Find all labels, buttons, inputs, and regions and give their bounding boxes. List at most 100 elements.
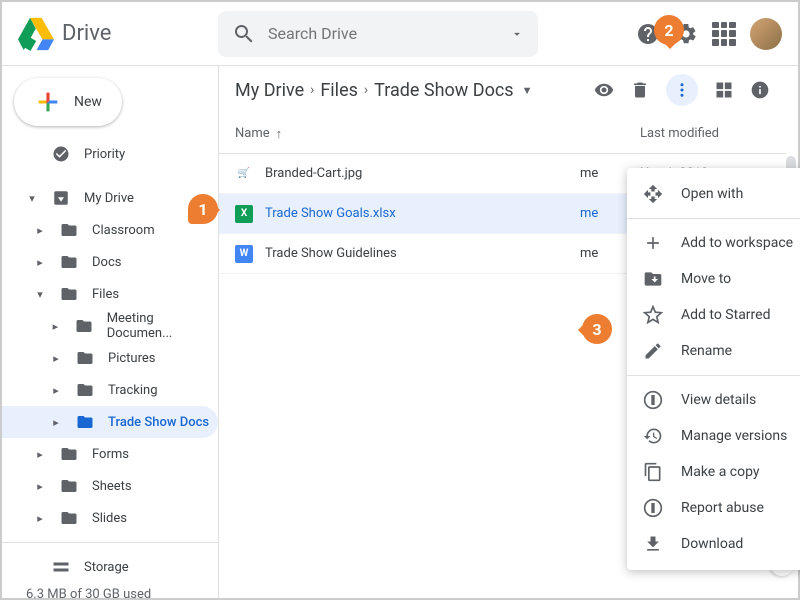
sort-asc-icon[interactable]: ↑: [276, 126, 283, 142]
folder-icon: [60, 445, 78, 463]
file-type-icon: 🛒: [235, 165, 253, 183]
file-name: Branded-Cart.jpg: [265, 166, 362, 181]
folder-icon: [75, 317, 93, 335]
plus-icon: [643, 233, 663, 253]
breadcrumb-dropdown-icon[interactable]: ▼: [522, 84, 533, 97]
sidebar-priority[interactable]: Priority: [2, 138, 218, 170]
sidebar-folder-forms[interactable]: ▸Forms: [2, 438, 218, 470]
search-dropdown-icon[interactable]: [510, 27, 524, 41]
ctx-make-copy[interactable]: Make a copy: [627, 454, 800, 490]
ctx-report-abuse[interactable]: Report abuse: [627, 490, 800, 526]
move-icon: [643, 269, 663, 289]
folder-icon: [60, 477, 78, 495]
brand-name: Drive: [62, 21, 111, 46]
expand-icon[interactable]: ▸: [34, 512, 46, 525]
folder-icon: [76, 381, 94, 399]
expand-icon[interactable]: ▸: [34, 224, 46, 237]
file-name: Trade Show Goals.xlsx: [265, 206, 396, 221]
folder-icon: [76, 413, 94, 431]
storage-icon: [52, 558, 70, 576]
context-menu: Open with› Add to workspace› Move to Add…: [627, 168, 800, 570]
expand-icon[interactable]: ▸: [34, 480, 46, 493]
ctx-manage-versions[interactable]: Manage versions: [627, 418, 800, 454]
annotation-2: 2: [654, 15, 684, 45]
preview-icon[interactable]: [594, 80, 614, 100]
ctx-add-workspace[interactable]: Add to workspace›: [627, 225, 800, 261]
ctx-move-to[interactable]: Move to: [627, 261, 800, 297]
content-area: My Drive › Files › Trade Show Docs ▼ Nam…: [218, 66, 798, 598]
info-icon: [643, 390, 663, 410]
ctx-add-starred[interactable]: Add to Starred: [627, 297, 800, 333]
sidebar-my-drive[interactable]: ▾ My Drive: [2, 182, 218, 214]
chevron-right-icon: ›: [310, 82, 314, 98]
download-icon: [643, 534, 663, 554]
trash-icon[interactable]: [630, 80, 650, 100]
chevron-right-icon: ›: [364, 82, 368, 98]
new-button-label: New: [74, 94, 102, 110]
sidebar-folder-pictures[interactable]: ▸Pictures: [2, 342, 218, 374]
folder-icon: [60, 509, 78, 527]
breadcrumb-trade-show[interactable]: Trade Show Docs: [374, 80, 513, 101]
sidebar-folder-files[interactable]: ▾Files: [2, 278, 218, 310]
file-type-icon: W: [235, 245, 253, 263]
search-icon: [232, 22, 256, 46]
expand-icon[interactable]: ▸: [34, 448, 46, 461]
priority-icon: [52, 145, 70, 163]
ctx-open-with[interactable]: Open with›: [627, 176, 800, 212]
expand-icon[interactable]: ▸: [50, 416, 62, 429]
expand-icon[interactable]: ▸: [34, 256, 46, 269]
ctx-view-details[interactable]: View details: [627, 382, 800, 418]
plus-icon: [34, 88, 62, 116]
new-button[interactable]: New: [14, 78, 122, 126]
folder-icon: [60, 285, 78, 303]
drive-logo-icon: [18, 16, 54, 52]
sidebar-folder-classroom[interactable]: ▸Classroom: [2, 214, 218, 246]
expand-icon[interactable]: ▸: [50, 352, 62, 365]
table-header: Name ↑ Last modified: [219, 114, 786, 154]
column-name-header[interactable]: Name: [235, 126, 270, 141]
breadcrumb-my-drive[interactable]: My Drive: [235, 80, 304, 101]
pencil-icon: [643, 341, 663, 361]
sidebar-folder-docs[interactable]: ▸Docs: [2, 246, 218, 278]
expand-icon[interactable]: ▸: [50, 384, 62, 397]
sidebar-storage[interactable]: Storage: [2, 551, 218, 583]
history-icon: [643, 426, 663, 446]
annotation-1: 1: [188, 194, 218, 224]
expand-icon[interactable]: ▸: [50, 320, 61, 333]
sidebar-folder-trade-show[interactable]: ▸Trade Show Docs: [2, 406, 218, 438]
folder-icon: [60, 221, 78, 239]
avatar[interactable]: [750, 18, 782, 50]
folder-icon: [76, 349, 94, 367]
annotation-3: 3: [582, 314, 612, 344]
search-input[interactable]: [268, 24, 498, 43]
folder-icon: [60, 253, 78, 271]
toolbar: My Drive › Files › Trade Show Docs ▼: [219, 66, 786, 114]
main: New Priority ▾ My Drive ▸Classroom ▸Docs…: [2, 66, 798, 598]
breadcrumb-files[interactable]: Files: [320, 80, 358, 101]
apps-icon[interactable]: [712, 22, 736, 46]
open-with-icon: [643, 184, 663, 204]
grid-view-icon[interactable]: [714, 80, 734, 100]
sidebar-folder-slides[interactable]: ▸Slides: [2, 502, 218, 534]
more-actions-button[interactable]: [666, 74, 698, 106]
sidebar-folder-sheets[interactable]: ▸Sheets: [2, 470, 218, 502]
info-icon[interactable]: [750, 80, 770, 100]
ctx-rename[interactable]: Rename: [627, 333, 800, 369]
copy-icon: [643, 462, 663, 482]
storage-usage: 6.3 MB of 30 GB used: [2, 583, 218, 598]
drive-icon: [52, 189, 70, 207]
collapse-icon[interactable]: ▾: [34, 288, 46, 301]
file-type-icon: X: [235, 205, 253, 223]
star-icon: [643, 305, 663, 325]
sidebar-folder-meeting-docs[interactable]: ▸Meeting Documen...: [2, 310, 218, 342]
ctx-download[interactable]: Download: [627, 526, 800, 562]
column-modified-header[interactable]: Last modified: [640, 126, 770, 141]
sidebar-folder-tracking[interactable]: ▸Tracking: [2, 374, 218, 406]
alert-icon: [643, 498, 663, 518]
collapse-icon[interactable]: ▾: [26, 192, 38, 205]
logo[interactable]: Drive: [18, 16, 218, 52]
file-name: Trade Show Guidelines: [265, 246, 397, 261]
breadcrumb: My Drive › Files › Trade Show Docs ▼: [235, 80, 532, 101]
sidebar: New Priority ▾ My Drive ▸Classroom ▸Docs…: [2, 66, 218, 598]
search-bar[interactable]: [218, 11, 538, 57]
